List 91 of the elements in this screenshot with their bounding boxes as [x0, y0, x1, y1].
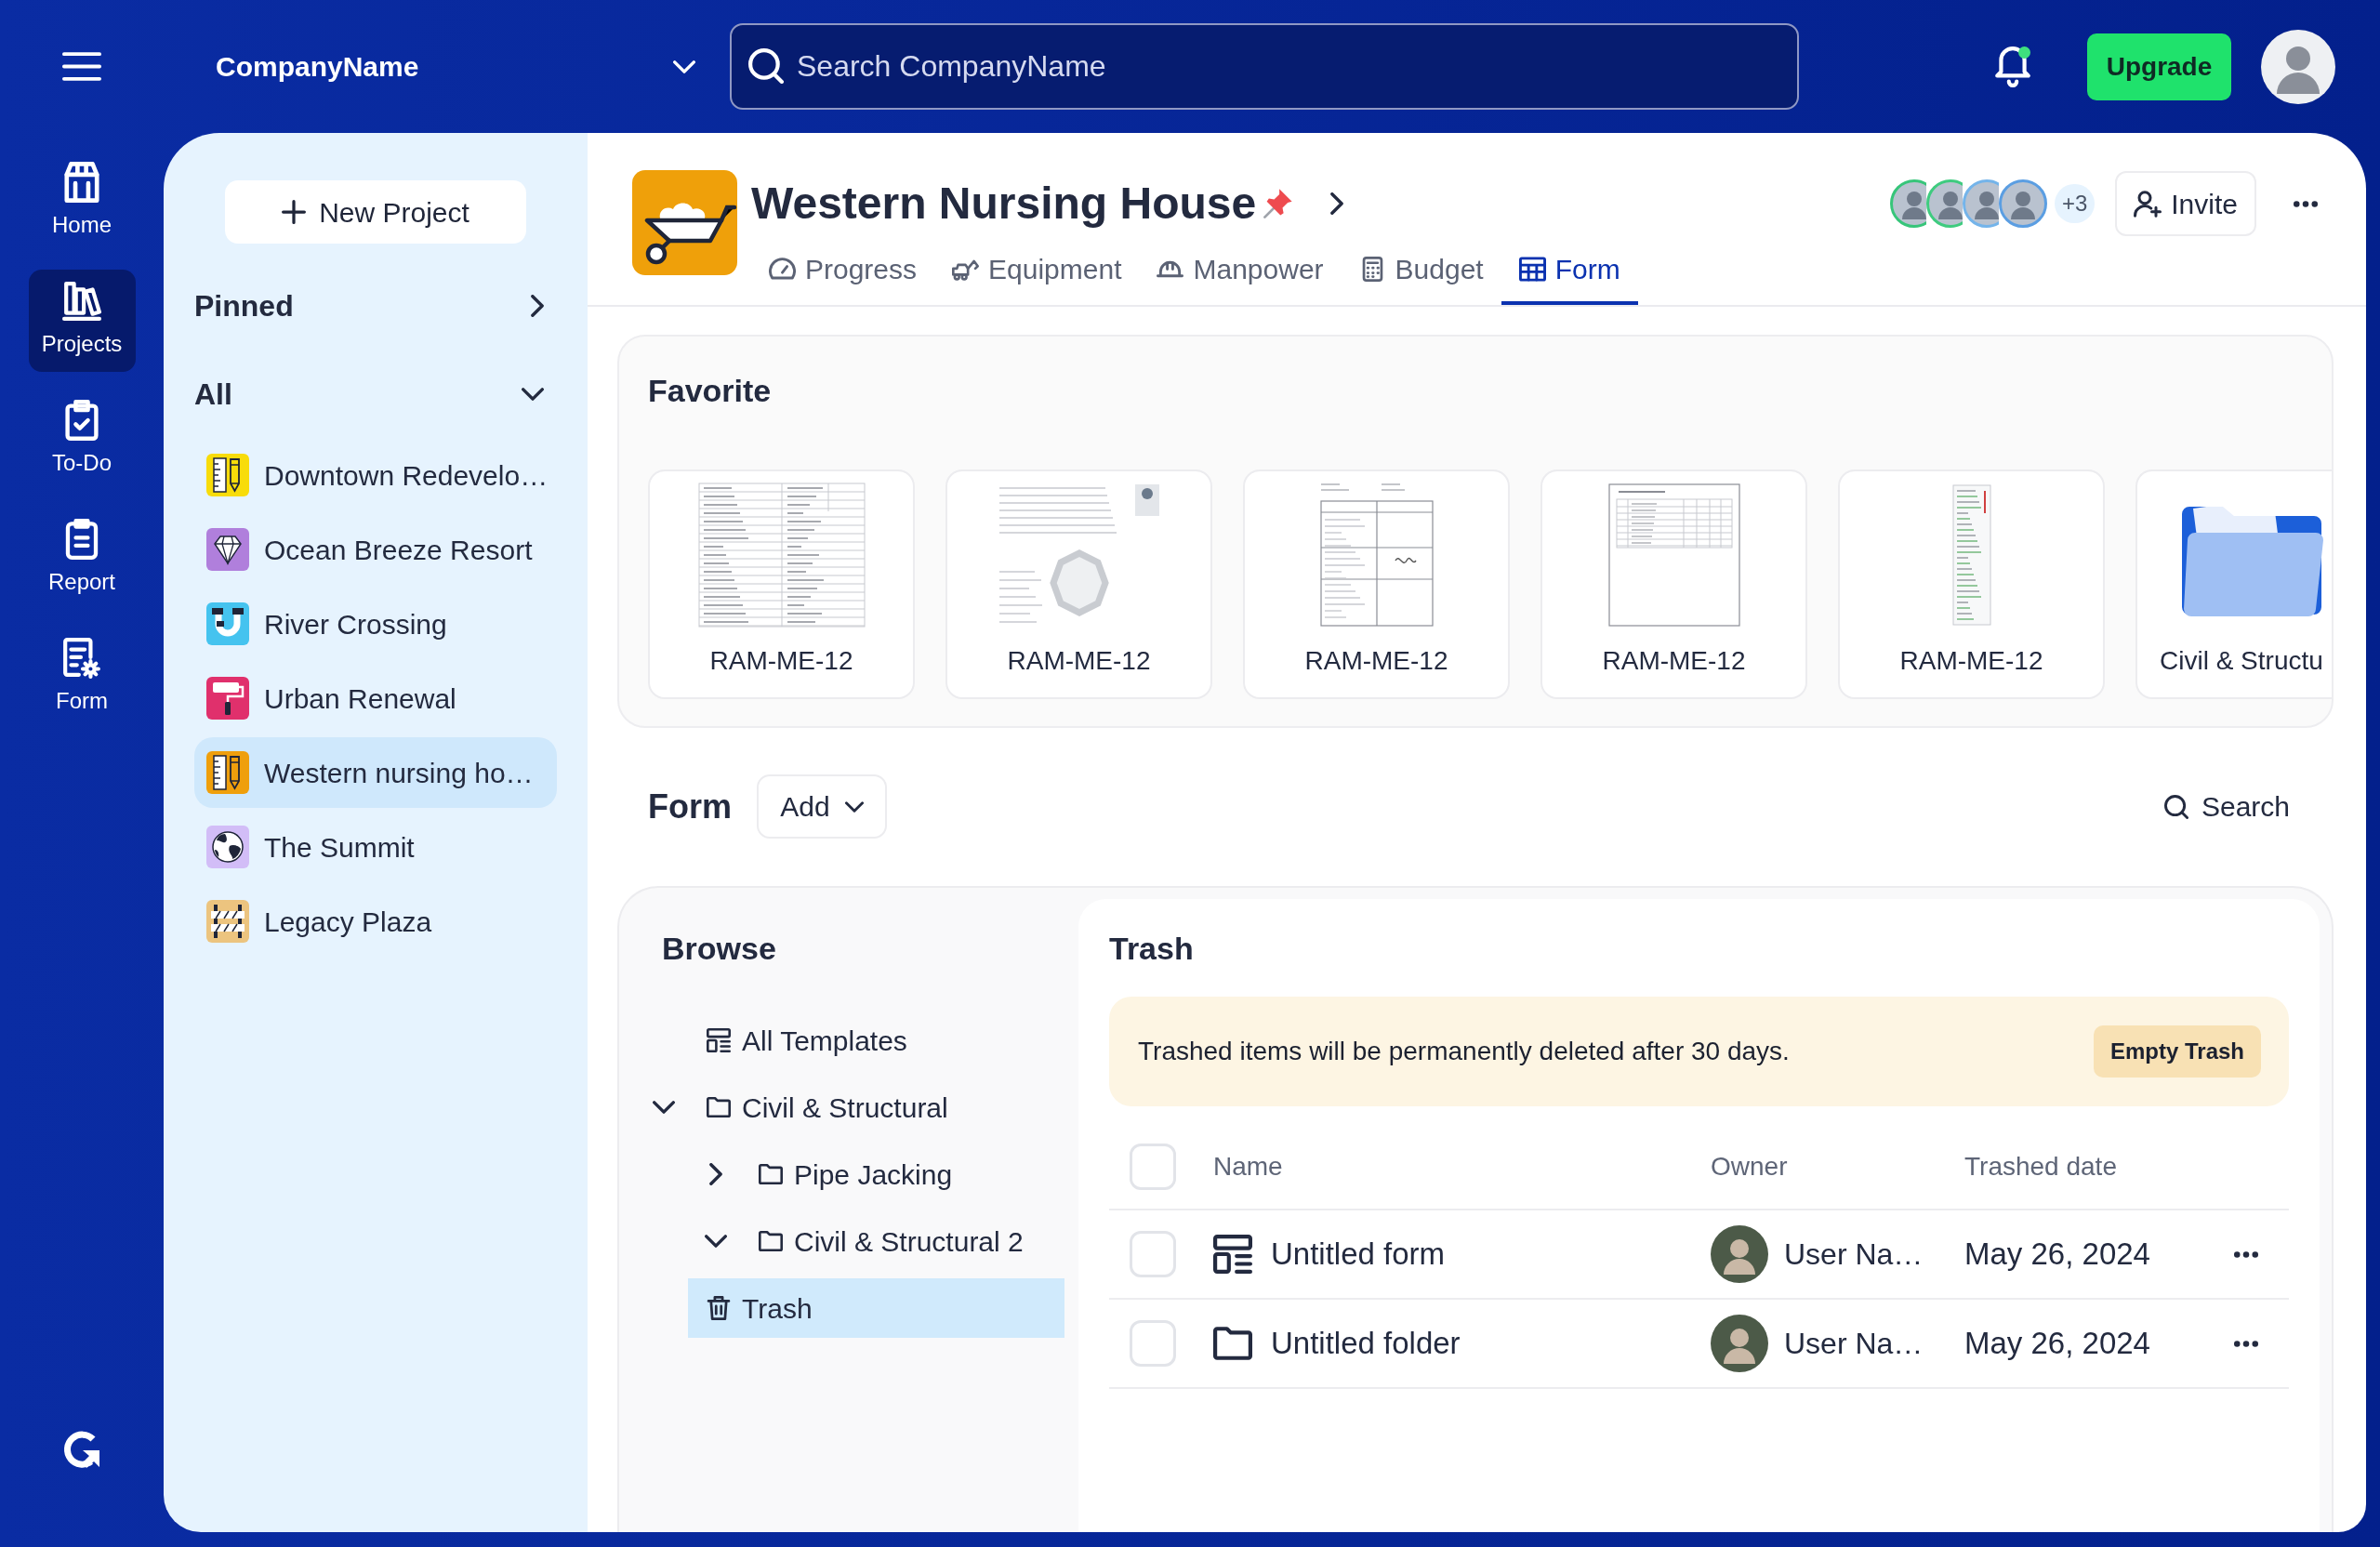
- search-button[interactable]: Search: [2163, 786, 2290, 827]
- owner-avatar: [1711, 1225, 1768, 1283]
- tab[interactable]: Budget: [1341, 237, 1501, 305]
- owner-name: User Na…: [1784, 1236, 1924, 1273]
- favorite-card[interactable]: RAM-ME-12: [1540, 469, 1807, 699]
- owner-name: User Na…: [1784, 1326, 1924, 1362]
- user-avatar[interactable]: [2261, 29, 2335, 104]
- checkbox[interactable]: [1130, 1320, 1176, 1367]
- folder-icon: [759, 1162, 783, 1186]
- user-plus-icon: [2134, 190, 2162, 218]
- project-item[interactable]: Downtown Redevelo…: [194, 440, 557, 510]
- column-header: Name: [1213, 1152, 1283, 1181]
- section-title: Form: [648, 786, 732, 827]
- nav-item[interactable]: To-Do: [28, 389, 136, 491]
- document-gear-icon: [62, 638, 101, 679]
- add-button[interactable]: Add: [757, 774, 887, 839]
- favorite-card[interactable]: RAM-ME-12: [648, 469, 915, 699]
- section-header[interactable]: Pinned: [194, 278, 557, 334]
- column-header: Trashed date: [1964, 1152, 2117, 1181]
- favorite-card[interactable]: RAM-ME-12: [1838, 469, 2105, 699]
- gauge-icon: [769, 257, 796, 282]
- trashed-date: May 26, 2024: [1964, 1236, 2150, 1272]
- project-item[interactable]: River Crossing: [194, 588, 557, 659]
- tree-item[interactable]: Pipe Jacking: [740, 1144, 1064, 1204]
- trashed-date: May 26, 2024: [1964, 1326, 2150, 1361]
- nav-item[interactable]: Report: [28, 508, 136, 610]
- folder-icon: [1213, 1324, 1252, 1363]
- tab[interactable]: Form: [1501, 237, 1638, 305]
- company-selector[interactable]: CompanyName: [216, 46, 695, 87]
- invite-button[interactable]: Invite: [2115, 171, 2256, 236]
- project-item[interactable]: Western nursing ho…: [194, 737, 557, 808]
- project-item[interactable]: Urban Renewal: [194, 663, 557, 734]
- notice-text: Trashed items will be permanently deleted after 30 days.: [1138, 1036, 1790, 1067]
- nav-item[interactable]: Form: [28, 627, 136, 729]
- upgrade-button[interactable]: Upgrade: [2087, 33, 2231, 100]
- nav-item[interactable]: Projects: [28, 270, 136, 372]
- favorite-card[interactable]: RAM-ME-12: [945, 469, 1212, 699]
- template-icon: [1213, 1235, 1252, 1274]
- project-item[interactable]: Legacy Plaza: [194, 886, 557, 957]
- menu-icon[interactable]: [62, 52, 101, 81]
- column-header: Owner: [1711, 1152, 1788, 1181]
- bell-icon[interactable]: [1994, 46, 2031, 87]
- tab[interactable]: Manpower: [1139, 237, 1342, 305]
- checkbox[interactable]: [1130, 1231, 1176, 1277]
- item-name: Untitled folder: [1271, 1325, 1461, 1363]
- folder-icon: [707, 1095, 731, 1119]
- item-name: Untitled form: [1271, 1236, 1446, 1274]
- tab[interactable]: Equipment: [934, 237, 1140, 305]
- project-item[interactable]: The Summit: [194, 812, 557, 882]
- checkbox[interactable]: [1130, 1144, 1176, 1190]
- plus-icon: [282, 200, 307, 224]
- empty-trash-button[interactable]: Empty Trash: [2093, 1025, 2261, 1078]
- panel-title: Trash: [1109, 930, 1194, 967]
- member-avatar[interactable]: [1998, 179, 2047, 228]
- tree-item[interactable]: Civil & Structural: [688, 1078, 1064, 1137]
- new-project-button[interactable]: New Project: [225, 180, 526, 244]
- table-icon: [1518, 257, 1546, 282]
- search-icon: [2163, 794, 2188, 819]
- logo-icon[interactable]: [62, 1430, 101, 1469]
- clipboard-check-icon: [62, 400, 101, 441]
- project-title: Western Nursing House: [751, 178, 1257, 230]
- favorite-card[interactable]: RAM-ME-12: [1243, 469, 1510, 699]
- search-icon: [748, 48, 784, 84]
- chevron-down-icon[interactable]: [653, 1101, 675, 1114]
- more-icon[interactable]: [2234, 1250, 2258, 1258]
- tab[interactable]: Progress: [751, 237, 935, 305]
- more-icon[interactable]: [2294, 200, 2318, 207]
- building-icon: [62, 162, 101, 203]
- search-field[interactable]: Search CompanyName: [730, 23, 1799, 110]
- folder-icon: [759, 1229, 783, 1253]
- panel-title: Browse: [662, 930, 776, 967]
- favorite-card[interactable]: Civil & Structu: [2135, 469, 2332, 699]
- books-icon: [62, 281, 101, 322]
- chevron-down-icon: [673, 60, 695, 73]
- member-count-badge[interactable]: +3: [2054, 184, 2096, 223]
- section-title: Favorite: [648, 372, 772, 409]
- tree-item[interactable]: Trash: [688, 1278, 1064, 1338]
- nav-item[interactable]: Home: [28, 151, 136, 253]
- project-item[interactable]: Ocean Breeze Resort: [194, 514, 557, 585]
- chevron-down-icon: [844, 800, 864, 813]
- section-header[interactable]: All: [194, 366, 557, 422]
- tree-item[interactable]: All Templates: [688, 1011, 1064, 1070]
- tree-item[interactable]: Civil & Structural 2: [740, 1211, 1064, 1271]
- chevron-down-icon[interactable]: [705, 1235, 727, 1248]
- more-icon[interactable]: [2234, 1340, 2258, 1347]
- owner-avatar: [1711, 1315, 1768, 1372]
- chevron-right-icon[interactable]: [709, 1163, 722, 1185]
- template-icon: [707, 1028, 731, 1052]
- trash-icon: [707, 1296, 731, 1320]
- wheelbarrow-icon: [632, 170, 737, 275]
- chevron-right-icon[interactable]: [1330, 192, 1344, 215]
